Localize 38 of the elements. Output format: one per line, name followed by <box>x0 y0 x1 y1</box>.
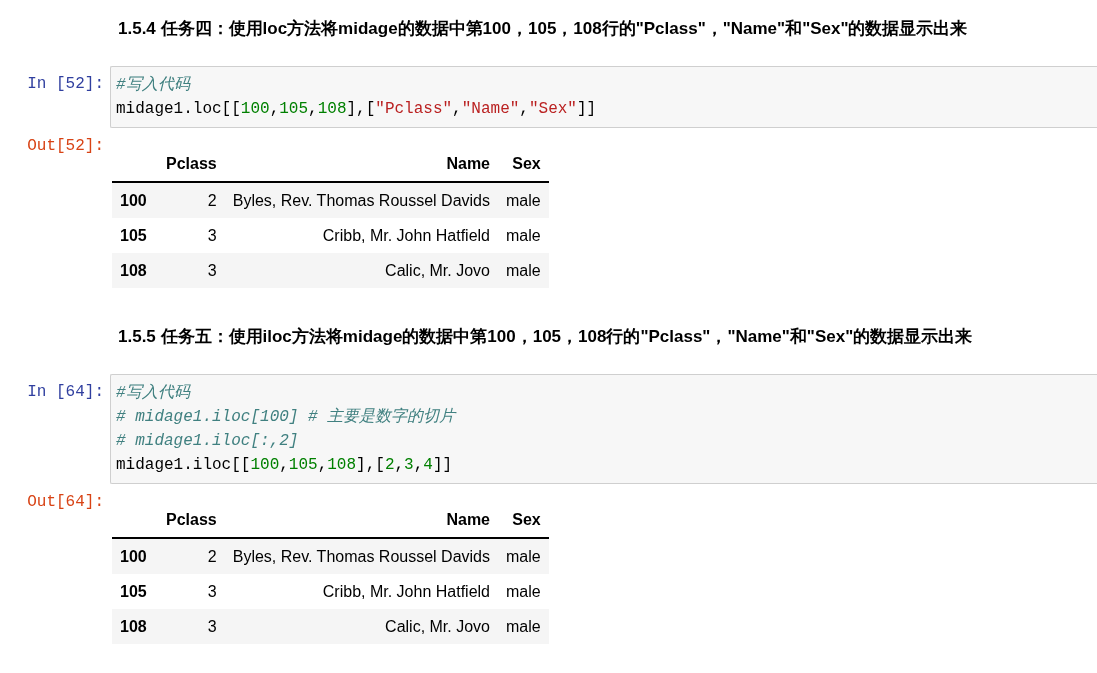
table-cell: Cribb, Mr. John Hatfield <box>322 582 490 600</box>
column-header: Sex <box>512 154 541 172</box>
section-heading: 1.5.5 任务五：使用iloc方法将midage的数据中第100，105，108行的"Pclass"，"Name"和"Sex"的数据显示出来 <box>118 326 974 348</box>
table-cell: male <box>506 617 541 635</box>
table-cell: Cribb, Mr. John Hatfield <box>322 226 490 244</box>
output-prompt: Out[52]: <box>27 136 104 157</box>
row-index: 108 <box>120 617 147 635</box>
input-prompt: In [64]: <box>27 382 104 403</box>
column-header: Pclass <box>166 154 217 172</box>
column-header: Sex <box>512 510 541 528</box>
table-cell: 3 <box>207 261 217 279</box>
table-cell: male <box>506 226 541 244</box>
code-cell[interactable]: #写入代码 # midage1.iloc[100] # 主要是数字的切片 # midage1.iloc[:,2] midage1.iloc[[100,105,108],[2,3,4]] <box>110 374 1097 484</box>
table-cell: Calic, Mr. Jovo <box>385 261 490 279</box>
column-header: Name <box>446 510 490 528</box>
table-cell: 2 <box>207 547 217 565</box>
table-cell: male <box>506 191 541 209</box>
output-prompt: Out[64]: <box>27 492 104 513</box>
column-header: Name <box>446 154 490 172</box>
table-cell: 2 <box>207 191 217 209</box>
table-cell: male <box>506 582 541 600</box>
table-cell: Byles, Rev. Thomas Roussel Davids <box>232 547 490 565</box>
row-index: 105 <box>120 582 147 600</box>
column-header: Pclass <box>166 510 217 528</box>
table-cell: 3 <box>207 617 217 635</box>
table-cell: male <box>506 547 541 565</box>
table-cell: Calic, Mr. Jovo <box>385 617 490 635</box>
table-cell: male <box>506 261 541 279</box>
input-prompt: In [52]: <box>27 74 104 95</box>
row-index: 105 <box>120 226 147 244</box>
row-index: 108 <box>120 261 147 279</box>
row-index: 100 <box>120 547 147 565</box>
code-cell[interactable]: #写入代码 midage1.loc[[100,105,108],["Pclass","Name","Sex"]] <box>110 66 1097 128</box>
table-cell: 3 <box>207 226 217 244</box>
table-cell: Byles, Rev. Thomas Roussel Davids <box>232 191 490 209</box>
table-cell: 3 <box>207 582 217 600</box>
section-heading: 1.5.4 任务四：使用loc方法将midage的数据中第100，105，108行的"Pclass"，"Name"和"Sex"的数据显示出来 <box>118 18 969 40</box>
row-index: 100 <box>120 191 147 209</box>
